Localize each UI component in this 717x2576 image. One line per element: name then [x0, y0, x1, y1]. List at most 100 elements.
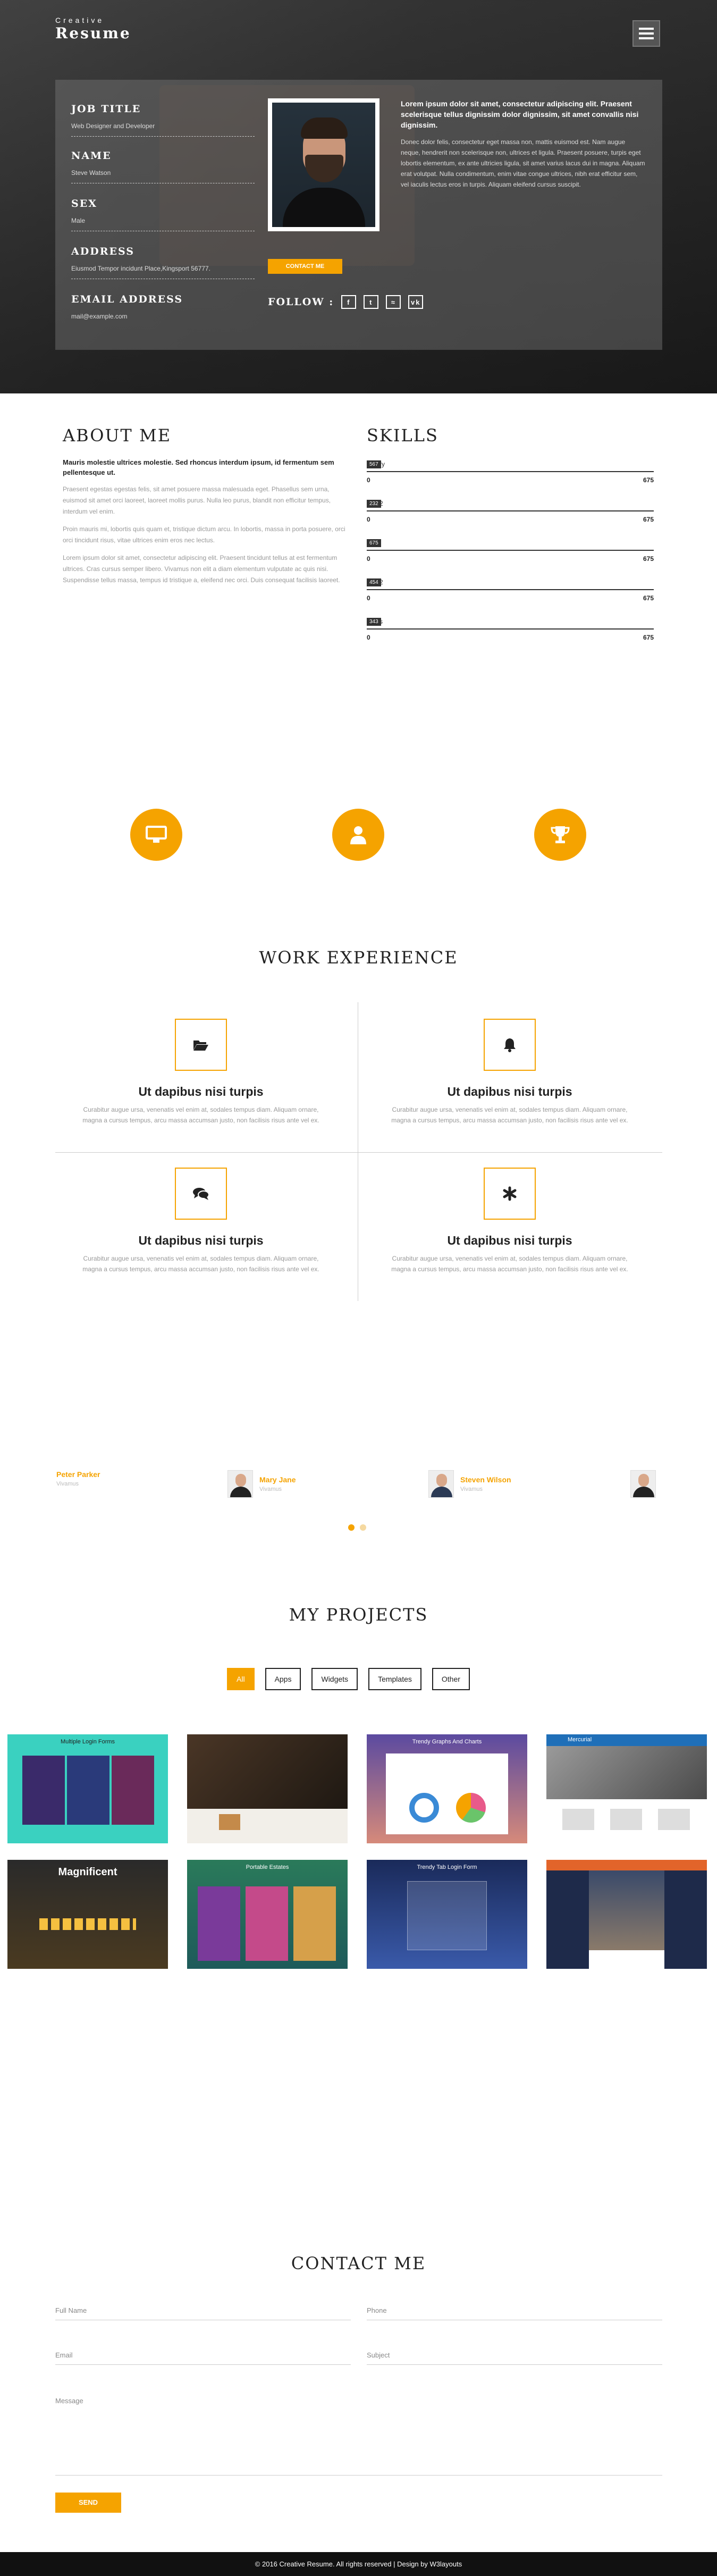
skill-max: 675 — [643, 555, 654, 563]
avatar — [428, 1470, 454, 1498]
project-thumbnail[interactable]: Trendy Tab Login Form — [367, 1860, 527, 1969]
avatar — [227, 1470, 253, 1498]
filter-apps[interactable]: Apps — [265, 1668, 301, 1690]
logo[interactable]: Creative Resume — [55, 16, 131, 42]
testimonial: Peter Parker Vivamus — [56, 1470, 100, 1487]
skill-value-tag: 454 — [367, 578, 381, 586]
field-value: Eiusmod Tempor incidunt Place,Kingsport … — [71, 265, 255, 279]
profile-panel: JOB TITLE Web Designer and Developer NAM… — [55, 80, 662, 350]
work-item-text: Curabitur augue ursa, venenatis vel enim… — [82, 1255, 319, 1273]
skill-row: 2 454 0 675 — [367, 571, 654, 610]
field-sex: SEX Male — [71, 198, 255, 231]
skill-bar — [367, 628, 654, 630]
field-name: NAME Steve Watson — [71, 150, 255, 183]
skill-bar — [367, 589, 654, 590]
send-button[interactable]: SEND — [55, 2493, 121, 2513]
skill-row: 675 0 675 — [367, 532, 654, 571]
folder-open-icon — [175, 1019, 227, 1071]
skill-value-tag: 675 — [367, 539, 381, 547]
field-value: Web Designer and Developer — [71, 122, 255, 137]
avatar — [630, 1470, 656, 1498]
testimonial-name: Mary Jane — [259, 1475, 296, 1484]
facebook-icon[interactable]: f — [341, 295, 357, 309]
field-value: Male — [71, 217, 255, 231]
testimonial — [630, 1470, 656, 1498]
filter-widgets[interactable]: Widgets — [311, 1668, 358, 1690]
project-filters: All Apps Widgets Templates Other — [227, 1668, 470, 1690]
hero-body: Donec dolor felis, consectetur eget mass… — [401, 138, 645, 188]
skill-bar — [367, 510, 654, 511]
work-item: Ut dapibus nisi turpis Curabitur augue u… — [366, 1168, 653, 1274]
project-thumbnail[interactable]: Mercurial — [546, 1734, 707, 1843]
rss-icon[interactable]: ≈ — [386, 295, 401, 309]
project-thumbnail[interactable]: Matured — [546, 1860, 707, 1969]
about-section: ABOUT ME Mauris molestie ultrices molest… — [63, 425, 350, 586]
project-thumbnail[interactable]: Trendy Graphs And Charts — [367, 1734, 527, 1843]
work-item-text: Curabitur augue ursa, venenatis vel enim… — [391, 1106, 628, 1124]
about-paragraph: Lorem ipsum dolor sit amet, consectetur … — [63, 554, 340, 584]
contact-me-button[interactable]: CONTACT ME — [268, 259, 342, 274]
work-item-title: Ut dapibus nisi turpis — [138, 1085, 264, 1098]
skill-min: 0 — [367, 594, 370, 602]
field-value: mail@example.com — [71, 313, 128, 320]
menu-button[interactable] — [632, 20, 660, 47]
projects-section-title: MY PROJECTS — [289, 1605, 428, 1625]
work-item: Ut dapibus nisi turpis Curabitur augue u… — [57, 1019, 344, 1126]
work-item-title: Ut dapibus nisi turpis — [138, 1234, 264, 1247]
work-item-title: Ut dapibus nisi turpis — [447, 1085, 572, 1098]
vk-icon[interactable]: vk — [408, 295, 424, 309]
contact-section-title: CONTACT ME — [291, 2253, 426, 2273]
subject-field[interactable]: Subject — [367, 2351, 662, 2365]
twitter-icon[interactable]: t — [364, 295, 379, 309]
testimonial: Steven Wilson Vivamus — [428, 1470, 511, 1498]
skill-max: 675 — [643, 594, 654, 602]
user-icon[interactable] — [332, 809, 384, 861]
skill-min: 0 — [367, 634, 370, 641]
skill-min: 0 — [367, 476, 370, 484]
field-label: JOB TITLE — [71, 103, 141, 115]
filter-other[interactable]: Other — [432, 1668, 470, 1690]
asterisk-icon — [484, 1168, 536, 1220]
full-name-field[interactable]: Full Name — [55, 2306, 351, 2320]
phone-field[interactable]: Phone — [367, 2306, 662, 2320]
trophy-icon[interactable] — [534, 809, 586, 861]
about-title: ABOUT ME — [63, 425, 172, 446]
monitor-icon[interactable] — [130, 809, 182, 861]
project-thumbnail[interactable]: Magnificent — [7, 1860, 168, 1969]
carousel-dot[interactable] — [360, 1524, 366, 1531]
footer-text: © 2016 Creative Resume. All rights reser… — [255, 2560, 462, 2568]
work-item-title: Ut dapibus nisi turpis — [447, 1234, 572, 1247]
divider — [55, 1152, 662, 1153]
skills-section: SKILLS ry 567 0 675 2 232 0 675 675 0 67… — [367, 425, 654, 650]
skill-value-tag: 567 — [367, 460, 381, 468]
logo-line2: Resume — [55, 24, 131, 42]
field-label: SEX — [71, 198, 97, 209]
bell-icon — [484, 1019, 536, 1071]
project-thumbnail[interactable] — [187, 1734, 348, 1843]
project-thumbnail[interactable]: Portable Estates — [187, 1860, 348, 1969]
hero-lead: Lorem ipsum dolor sit amet, consectetur … — [401, 99, 639, 129]
testimonial-role: Vivamus — [259, 1486, 282, 1492]
skill-min: 0 — [367, 555, 370, 563]
footer: © 2016 Creative Resume. All rights reser… — [0, 2552, 717, 2576]
about-lead: Mauris molestie ultrices molestie. Sed r… — [63, 458, 334, 476]
skill-row: 2 232 0 675 — [367, 492, 654, 532]
skill-min: 0 — [367, 516, 370, 523]
skill-row: s 343 0 675 — [367, 610, 654, 650]
testimonial-role: Vivamus — [460, 1486, 483, 1492]
filter-all[interactable]: All — [227, 1668, 255, 1690]
hero-section: Creative Resume JOB TITLE Web Designer a… — [0, 0, 717, 393]
logo-line1: Creative — [55, 16, 105, 24]
carousel-dot-active[interactable] — [348, 1524, 355, 1531]
field-job-title: JOB TITLE Web Designer and Developer — [71, 103, 255, 137]
hamburger-icon — [639, 28, 654, 30]
carousel-dots — [348, 1524, 366, 1531]
work-item-text: Curabitur augue ursa, venenatis vel enim… — [391, 1255, 628, 1273]
testimonial: Mary Jane Vivamus — [227, 1470, 296, 1498]
skill-max: 675 — [643, 516, 654, 523]
message-field[interactable]: Message — [55, 2397, 662, 2476]
email-field[interactable]: Email — [55, 2351, 351, 2365]
filter-templates[interactable]: Templates — [368, 1668, 421, 1690]
skill-bar — [367, 550, 654, 551]
project-thumbnail[interactable]: Multiple Login Forms — [7, 1734, 168, 1843]
